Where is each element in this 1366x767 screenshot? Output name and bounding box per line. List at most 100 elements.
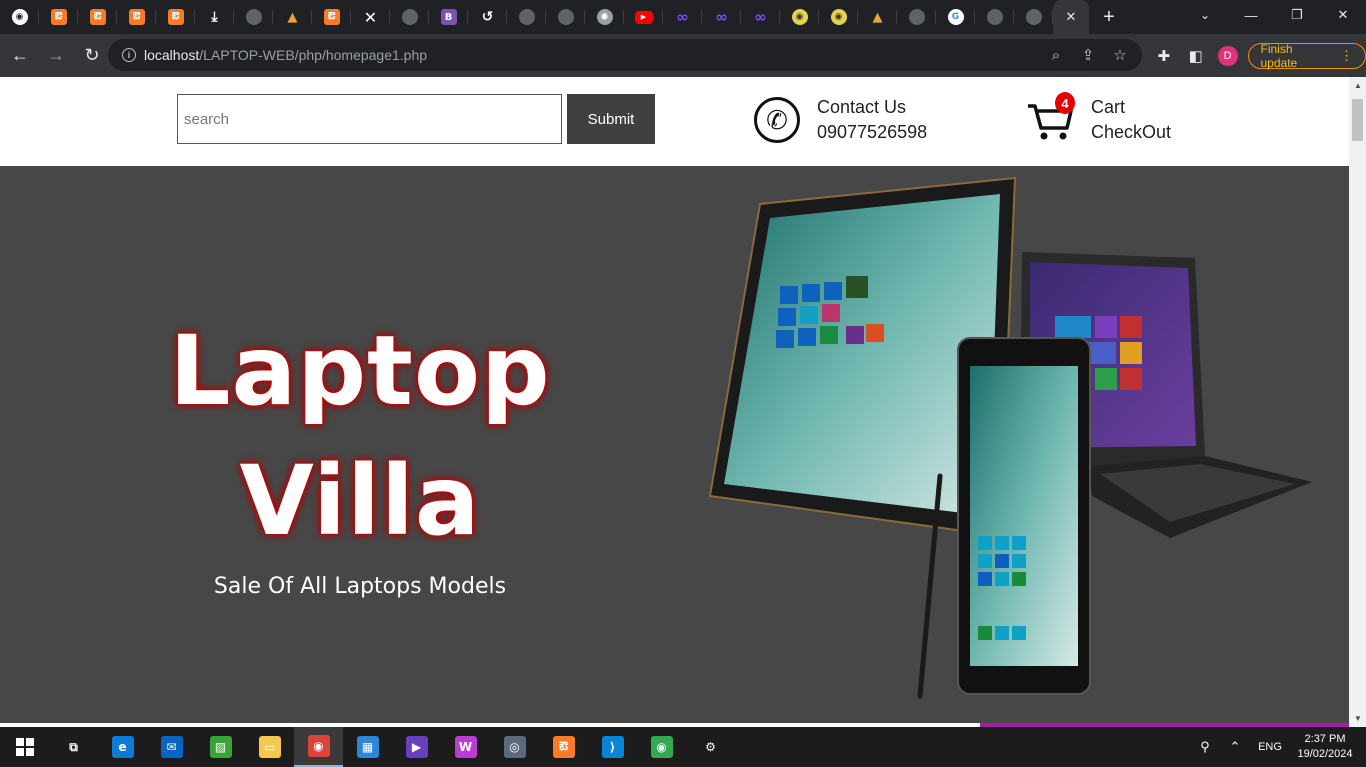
browser-tab[interactable]: B	[429, 0, 468, 34]
browser-tab[interactable]	[507, 0, 546, 34]
globe-icon	[1025, 9, 1042, 25]
cart-icon[interactable]: 4	[1027, 92, 1075, 142]
taskbar-app[interactable]: ఔ	[539, 727, 588, 767]
taskbar-app[interactable]: ⟩	[588, 727, 637, 767]
browser-tab[interactable]: ∞	[741, 0, 780, 34]
system-tray: ⚲ ⌃ ENG 2:37 PM 19/02/2024	[1190, 727, 1366, 767]
taskbar-app[interactable]: ▭	[245, 727, 294, 767]
tab-search-icon[interactable]: ⌄	[1190, 0, 1220, 30]
site-header: Submit ✆ Contact Us 09077526598 4 Cart C…	[0, 77, 1349, 166]
scroll-thumb[interactable]	[1352, 99, 1363, 141]
reload-icon[interactable]: ↻	[76, 40, 108, 72]
hero-title: Laptop Villa	[150, 306, 570, 566]
browser-tab[interactable]: ▲	[858, 0, 897, 34]
browser-tab[interactable]: ◉	[0, 0, 39, 34]
page-viewport: Submit ✆ Contact Us 09077526598 4 Cart C…	[0, 77, 1366, 727]
browser-tab[interactable]: ఔ	[117, 0, 156, 34]
wps-icon: W	[454, 736, 477, 758]
clock-time: 2:37 PM	[1304, 733, 1346, 745]
browser-tab[interactable]: ∞	[663, 0, 702, 34]
browser-tab[interactable]: ఔ	[78, 0, 117, 34]
browser-tab[interactable]	[1014, 0, 1053, 34]
taskbar-app[interactable]: ▶	[392, 727, 441, 767]
submit-button[interactable]: Submit	[567, 94, 655, 144]
start-button[interactable]	[0, 727, 49, 767]
browser-tab[interactable]	[390, 0, 429, 34]
browser-tab[interactable]	[546, 0, 585, 34]
browser-tab[interactable]: ▶	[624, 0, 663, 34]
url-host: localhost	[144, 47, 200, 63]
forward-icon[interactable]: →	[40, 40, 72, 72]
browser-tab[interactable]: ⤓	[195, 0, 234, 34]
browser-tab[interactable]: ✺	[585, 0, 624, 34]
taskbar-app[interactable]: e	[98, 727, 147, 767]
globe-icon	[518, 9, 535, 25]
contact-block[interactable]: ✆ Contact Us 09077526598	[754, 95, 927, 145]
close-tab-icon[interactable]: ✕	[1066, 9, 1077, 25]
url-text[interactable]: localhost/LAPTOP-WEB/php/homepage1.php	[144, 47, 427, 63]
bookmark-star-icon[interactable]: ☆	[1104, 46, 1136, 64]
task-view-button[interactable]: ⧉	[49, 727, 98, 767]
taskbar-app[interactable]: ▨	[196, 727, 245, 767]
browser-tab[interactable]: ◉	[780, 0, 819, 34]
close-window-icon[interactable]: ✕	[1320, 0, 1366, 30]
page-scrollbar[interactable]: ▲ ▼	[1349, 77, 1366, 727]
taskbar-app[interactable]: ◉	[294, 727, 343, 767]
finish-update-button[interactable]: Finish update ⋮	[1247, 41, 1366, 70]
browser-tab[interactable]: G	[936, 0, 975, 34]
taskbar-app[interactable]: W	[441, 727, 490, 767]
triangle-logo-icon: ▲	[872, 9, 883, 25]
owl-icon: ◉	[830, 9, 847, 25]
infinity-icon: ∞	[715, 8, 728, 26]
browser-tab[interactable]: ∞	[702, 0, 741, 34]
history-icon: ↺	[481, 9, 494, 25]
browser-tab[interactable]: ఔ	[156, 0, 195, 34]
mail-icon: ✉	[160, 736, 183, 758]
scroll-down-icon[interactable]: ▼	[1354, 714, 1362, 723]
browser-toolbar: ← → ↻ i localhost/LAPTOP-WEB/php/homepag…	[0, 34, 1366, 77]
browser-tab[interactable]: ఔ	[312, 0, 351, 34]
new-tab-button[interactable]: +	[1089, 0, 1129, 34]
browser-tab[interactable]: ▲	[273, 0, 312, 34]
minimize-icon[interactable]: —	[1228, 0, 1274, 30]
taskbar-app[interactable]: ▦	[343, 727, 392, 767]
profile-avatar[interactable]: D	[1217, 45, 1238, 66]
share-icon[interactable]: ⇪	[1072, 46, 1104, 64]
people-icon[interactable]: ⚲	[1190, 739, 1220, 755]
site-info-icon[interactable]: i	[114, 48, 144, 62]
scroll-up-icon[interactable]: ▲	[1354, 81, 1362, 90]
back-icon[interactable]: ←	[4, 40, 36, 72]
finish-update-label: Finish update	[1260, 41, 1298, 70]
zoom-icon[interactable]: ⌕	[1040, 47, 1072, 64]
restore-icon[interactable]: ❐	[1274, 0, 1320, 30]
extensions-icon[interactable]: ✚	[1148, 47, 1180, 65]
clock[interactable]: 2:37 PM 19/02/2024	[1290, 732, 1360, 762]
cart-block[interactable]: 4 Cart CheckOut	[1027, 92, 1171, 145]
browser-tab[interactable]: ✕	[351, 0, 390, 34]
search-input[interactable]	[177, 94, 562, 144]
browser-tab[interactable]	[234, 0, 273, 34]
taskbar-app[interactable]: ◎	[490, 727, 539, 767]
cart-count-badge: 4	[1055, 92, 1075, 114]
taskbar-app[interactable]: ✉	[147, 727, 196, 767]
address-bar[interactable]: i localhost/LAPTOP-WEB/php/homepage1.php…	[108, 39, 1142, 71]
browser-tab[interactable]: ఔ	[39, 0, 78, 34]
checkout-link[interactable]: CheckOut	[1091, 120, 1171, 145]
language-indicator[interactable]: ENG	[1250, 741, 1290, 753]
cart-label[interactable]: Cart	[1091, 95, 1171, 120]
settings-icon: ⚙	[705, 740, 716, 754]
browser-tab-active[interactable]: ✕	[1053, 0, 1089, 34]
more-menu-icon[interactable]: ⋮	[1340, 48, 1353, 64]
browser-tab[interactable]	[975, 0, 1014, 34]
owl-icon: ◉	[791, 9, 808, 25]
browser-tab[interactable]: ◉	[819, 0, 858, 34]
show-hidden-icons[interactable]: ⌃	[1220, 739, 1250, 755]
globe-icon	[245, 9, 262, 25]
browser-tab[interactable]	[897, 0, 936, 34]
store-icon: ▦	[356, 736, 379, 758]
browser-tab[interactable]: ↺	[468, 0, 507, 34]
taskbar-app[interactable]: ◉	[637, 727, 686, 767]
side-panel-icon[interactable]: ◧	[1180, 47, 1212, 65]
xampp-icon: ఔ	[167, 9, 184, 25]
taskbar-app[interactable]: ⚙	[686, 727, 735, 767]
